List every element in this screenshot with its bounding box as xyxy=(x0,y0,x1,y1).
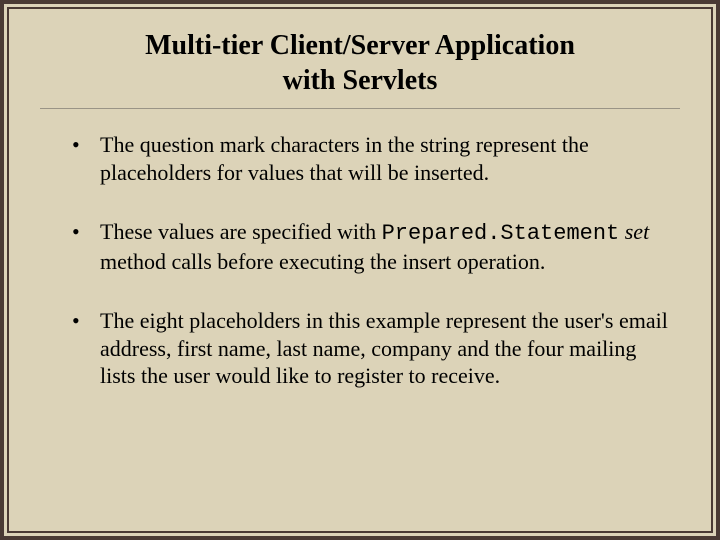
bullet-item: The question mark characters in the stri… xyxy=(72,131,668,186)
bullet-list: The question mark characters in the stri… xyxy=(72,131,668,390)
bullet-item: The eight placeholders in this example r… xyxy=(72,307,668,390)
slide-title: Multi-tier Client/Server Application wit… xyxy=(4,28,716,98)
italic-text: set xyxy=(625,219,649,244)
title-line-2: with Servlets xyxy=(283,65,438,96)
bullet-text: These values are specified with xyxy=(100,219,382,244)
bullet-text: The question mark characters in the stri… xyxy=(100,132,589,185)
title-divider xyxy=(40,108,680,109)
bullet-text: The eight placeholders in this example r… xyxy=(100,308,668,388)
bullet-text: method calls before executing the insert… xyxy=(100,249,545,274)
bullet-item: These values are specified with Prepared… xyxy=(72,218,668,275)
slide-frame: Multi-tier Client/Server Application wit… xyxy=(0,0,720,540)
title-line-1: Multi-tier Client/Server Application xyxy=(145,30,575,61)
code-text: Prepared.Statement xyxy=(382,221,620,246)
